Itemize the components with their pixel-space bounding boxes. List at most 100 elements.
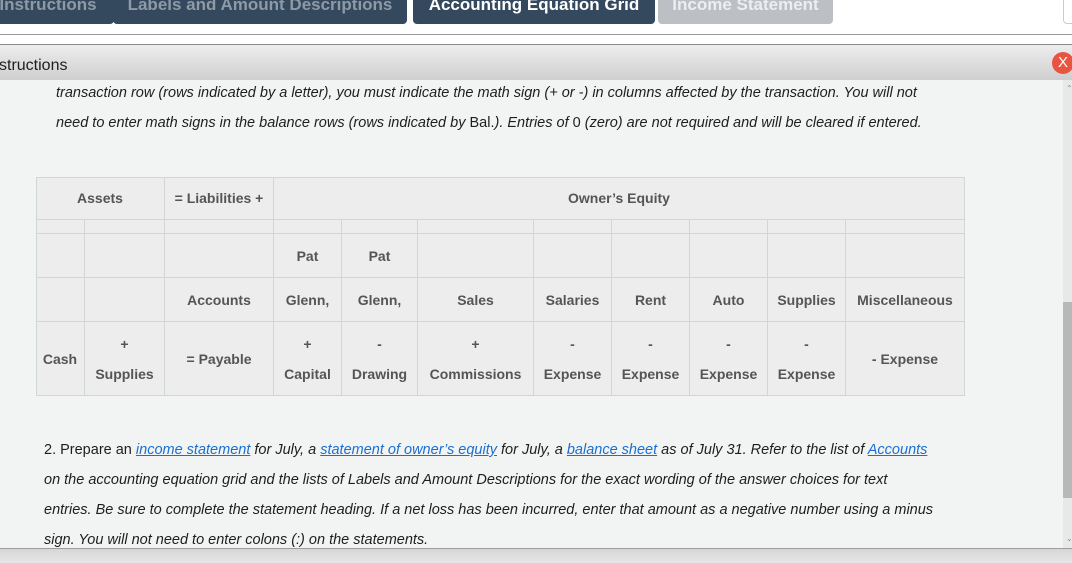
grid-spacer-cell [768, 220, 846, 234]
header-assets: Assets [36, 177, 165, 220]
column-label: Supplies [777, 291, 836, 308]
step2-text: on the accounting equation grid and the … [44, 472, 888, 488]
column-label: Miscellaneous [857, 291, 953, 308]
step2-text: as of July 31. Refer to the list of [657, 442, 868, 458]
grid-spacer-cell [418, 220, 534, 234]
vertical-scrollbar[interactable] [1063, 80, 1072, 548]
column-header-row1: Pat [274, 234, 342, 278]
grid-spacer-cell [36, 220, 85, 234]
step2-text: 2. Prepare an [44, 442, 136, 458]
math-sign: - [377, 335, 382, 352]
tab-instructions[interactable]: Instructions [0, 0, 114, 24]
scrollbar-thumb[interactable] [1063, 302, 1072, 498]
column-header-name: + Supplies [85, 322, 165, 396]
column-header-name: - Expense [768, 322, 846, 396]
header-liabilities: = Liabilities + [165, 177, 274, 220]
account-name: Expense [699, 365, 758, 382]
accounts-link[interactable]: Accounts [868, 442, 928, 458]
column-header-row1 [846, 234, 965, 278]
grid-spacer-cell [846, 220, 965, 234]
step2-line-4: sign. You will not need to enter colons … [44, 532, 428, 548]
column-header-row1 [534, 234, 612, 278]
statement-of-owners-equity-link[interactable]: statement of owner’s equity [320, 442, 497, 458]
account-name: Expense [621, 365, 680, 382]
tab-label: Accounting Equation Grid [428, 0, 640, 14]
column-header-name: - Drawing [342, 322, 418, 396]
column-header-row2: Rent [612, 278, 690, 322]
intro-text: need to enter math signs in the balance … [56, 115, 470, 131]
header-owners-equity: Owner’s Equity [274, 177, 965, 220]
scroll-down-icon[interactable]: ⌄ [1066, 534, 1072, 543]
close-button[interactable]: X [1052, 52, 1072, 74]
column-header-row1 [418, 234, 534, 278]
tab-label: Income Statement [672, 0, 819, 14]
intro-line-2: need to enter math signs in the balance … [56, 115, 922, 131]
step2-text: for July, a [250, 442, 321, 458]
intro-text: (zero) are not required and will be clea… [580, 115, 922, 131]
column-header-row1 [165, 234, 274, 278]
step2-text: sign. You will not need to enter colons … [44, 532, 429, 548]
income-statement-link[interactable]: income statement [136, 442, 250, 458]
column-label: Glenn, [285, 291, 330, 308]
scroll-up-icon[interactable]: ⌃ [1066, 84, 1072, 93]
close-icon: X [1057, 54, 1068, 71]
column-header-row2: Accounts [165, 278, 274, 322]
column-label: Sales [457, 291, 494, 308]
account-name: - Expense [871, 350, 939, 367]
zero-label: 0 [572, 115, 581, 131]
header-label: Assets [77, 190, 123, 206]
column-header-row1 [690, 234, 768, 278]
column-header-name: - Expense [612, 322, 690, 396]
column-header-row2: Supplies [768, 278, 846, 322]
math-sign: + [303, 335, 312, 352]
grid-spacer-cell [85, 220, 165, 234]
account-name: Cash [42, 350, 78, 367]
grid-spacer-cell [690, 220, 768, 234]
balance-sheet-link[interactable]: balance sheet [567, 442, 657, 458]
tab-bar: Instructions Labels and Amount Descripti… [0, 0, 1072, 34]
step2-line-3: entries. Be sure to complete the stateme… [44, 502, 933, 518]
account-name: Capital [284, 365, 331, 382]
tab-accounting-equation-grid[interactable]: Accounting Equation Grid [413, 0, 655, 24]
bal-label: Bal. [469, 115, 495, 131]
panel-footer [0, 548, 1072, 563]
account-name: Supplies [95, 365, 154, 382]
column-header-row2: Miscellaneous [846, 278, 965, 322]
step2-text: for July, a [497, 442, 567, 458]
account-name: Expense [777, 365, 836, 382]
account-name: Commissions [429, 365, 522, 382]
grid-spacer-cell [612, 220, 690, 234]
intro-line-1: transaction row (rows indicated by a let… [56, 85, 917, 101]
column-label: Salaries [545, 291, 600, 308]
dropdown-box[interactable] [1063, 0, 1072, 24]
column-label: Rent [634, 291, 667, 308]
column-label: Pat [296, 247, 319, 264]
column-label: Pat [368, 247, 391, 264]
accounting-equation-grid: Assets = Liabilities + Owner’s Equity Ca… [36, 177, 965, 396]
account-name: Expense [543, 365, 602, 382]
step2-line-1: 2. Prepare an income statement for July,… [44, 442, 927, 458]
column-header-row1 [768, 234, 846, 278]
column-header-row1 [36, 234, 85, 278]
divider [0, 34, 1072, 35]
column-header-row2: Glenn, [342, 278, 418, 322]
step2-text: entries. Be sure to complete the stateme… [44, 502, 934, 518]
account-name: Drawing [351, 365, 408, 382]
column-header-name: = Payable [165, 322, 274, 396]
column-header-row2: Sales [418, 278, 534, 322]
grid-spacer-cell [534, 220, 612, 234]
math-sign: + [471, 335, 480, 352]
grid-spacer-cell [165, 220, 274, 234]
step2-line-2: on the accounting equation grid and the … [44, 472, 887, 488]
column-header-row1 [85, 234, 165, 278]
intro-text: ). Entries of [494, 115, 573, 131]
math-sign: - [804, 335, 809, 352]
column-label: Accounts [187, 291, 251, 308]
header-label: Owner’s Equity [568, 190, 670, 206]
panel-title: structions [0, 57, 68, 74]
math-sign: - [648, 335, 653, 352]
math-sign: - [726, 335, 731, 352]
tab-labels-and-amount-descriptions[interactable]: Labels and Amount Descriptions [113, 0, 407, 24]
tab-income-statement[interactable]: Income Statement [658, 0, 833, 24]
column-header-name: - Expense [534, 322, 612, 396]
